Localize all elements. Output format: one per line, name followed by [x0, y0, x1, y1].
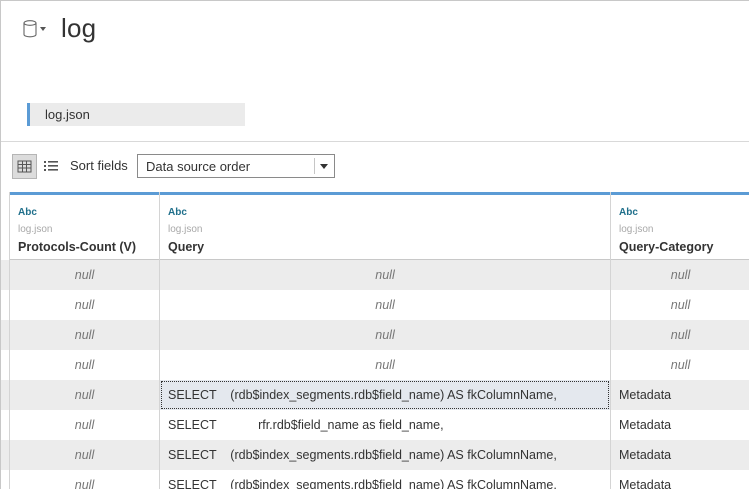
chevron-down-icon[interactable] — [40, 27, 46, 31]
field-type-label: Abc — [18, 207, 37, 218]
grid-view-icon — [17, 160, 32, 173]
null-value: null — [670, 268, 691, 282]
cell-value: SELECT (rdb$index_segments.rdb$field_nam… — [168, 388, 557, 402]
null-value: null — [74, 418, 95, 432]
table-row[interactable]: null SELECT rfr.rdb$field_name as field_n… — [1, 410, 749, 440]
app-frame: log log.json Sort fields Data source ord… — [0, 0, 749, 489]
table-row[interactable]: null SELECT (rdb$index_segments.rdb$field… — [1, 440, 749, 470]
cell-value: Metadata — [619, 418, 672, 432]
table-cell[interactable]: null — [160, 290, 610, 320]
column-divider[interactable] — [159, 192, 160, 489]
field-name: Query — [168, 240, 205, 254]
null-value: null — [375, 358, 395, 372]
datasource-title[interactable]: log — [61, 13, 96, 44]
column-header-protocols-count[interactable]: Abc log.json Protocols-Count (V) — [10, 192, 159, 260]
chevron-down-icon — [320, 164, 328, 169]
field-source-label: log.json — [18, 224, 53, 235]
field-type-label: Abc — [168, 207, 187, 218]
database-icon[interactable] — [23, 20, 37, 38]
table-cell[interactable]: null — [10, 290, 159, 320]
field-source-label: log.json — [619, 224, 654, 235]
sort-fields-value: Data source order — [146, 159, 251, 174]
null-value: null — [74, 478, 95, 489]
cell-value: SELECT (rdb$index_segments.rdb$field_nam… — [168, 448, 557, 462]
table-cell[interactable]: Metadata — [611, 470, 749, 489]
table-row[interactable]: null SELECT (rdb$index_segments.rdb$field… — [1, 470, 749, 489]
table-cell[interactable]: SELECT (rdb$index_segments.rdb$field_nam… — [160, 380, 610, 410]
connection-table-label: log.json — [45, 107, 90, 122]
table-cell[interactable]: SELECT (rdb$index_segments.rdb$field_nam… — [160, 440, 610, 470]
table-cell[interactable]: null — [611, 290, 749, 320]
table-cell[interactable]: Metadata — [611, 380, 749, 410]
table-row[interactable]: null SELECT (rdb$index_segments.rdb$field… — [1, 380, 749, 410]
null-value: null — [74, 268, 95, 282]
column-divider[interactable] — [610, 192, 611, 489]
null-value: null — [74, 298, 95, 312]
list-view-icon[interactable] — [43, 157, 59, 175]
sort-fields-select[interactable]: Data source order — [137, 154, 335, 178]
table-cell[interactable]: SELECT rfr.rdb$field_name as field_name, — [160, 410, 610, 440]
table-row[interactable]: null null null — [1, 350, 749, 380]
table-cell[interactable]: null — [160, 320, 610, 350]
data-grid: Abc log.json Protocols-Count (V) Abc log… — [1, 192, 749, 489]
table-cell[interactable]: null — [10, 470, 159, 489]
null-value: null — [74, 448, 95, 462]
null-value: null — [74, 388, 95, 402]
table-cell[interactable]: null — [10, 440, 159, 470]
table-cell[interactable]: Metadata — [611, 440, 749, 470]
field-name: Query-Category — [619, 240, 714, 254]
table-cell[interactable]: null — [611, 320, 749, 350]
null-value: null — [670, 328, 691, 342]
null-value: null — [670, 358, 691, 372]
select-divider — [314, 158, 315, 174]
table-row[interactable]: null null null — [1, 320, 749, 350]
null-value: null — [74, 328, 95, 342]
table-cell[interactable]: null — [160, 260, 610, 290]
column-header-query[interactable]: Abc log.json Query — [160, 192, 610, 260]
column-divider[interactable] — [9, 192, 10, 489]
table-cell[interactable]: null — [611, 260, 749, 290]
grid-toolbar: Sort fields Data source order — [1, 142, 749, 192]
column-header-query-category[interactable]: Abc log.json Query-Category — [611, 192, 749, 260]
table-cell[interactable]: SELECT (rdb$index_segments.rdb$field_nam… — [160, 470, 610, 489]
cell-value: SELECT (rdb$index_segments.rdb$field_nam… — [168, 478, 557, 489]
table-cell[interactable]: null — [160, 350, 610, 380]
table-cell[interactable]: null — [10, 380, 159, 410]
null-value: null — [375, 328, 395, 342]
grid-view-button[interactable] — [12, 154, 37, 179]
null-value: null — [74, 358, 95, 372]
table-cell[interactable]: null — [10, 410, 159, 440]
null-value: null — [375, 298, 395, 312]
datasource-header: log log.json — [1, 1, 749, 142]
sort-fields-label: Sort fields — [70, 158, 128, 173]
field-type-label: Abc — [619, 207, 638, 218]
cell-value: SELECT rfr.rdb$field_name as field_name, — [168, 418, 444, 432]
table-cell[interactable]: null — [10, 350, 159, 380]
table-cell[interactable]: null — [611, 350, 749, 380]
table-cell[interactable]: Metadata — [611, 410, 749, 440]
table-row[interactable]: null null null — [1, 260, 749, 290]
table-cell[interactable]: null — [10, 260, 159, 290]
cell-value: Metadata — [619, 478, 672, 489]
null-value: null — [670, 298, 691, 312]
cell-value: Metadata — [619, 388, 672, 402]
connection-table-chip[interactable]: log.json — [27, 103, 245, 126]
cell-value: Metadata — [619, 448, 672, 462]
field-source-label: log.json — [168, 224, 203, 235]
table-row[interactable]: null null null — [1, 290, 749, 320]
table-cell[interactable]: null — [10, 320, 159, 350]
null-value: null — [375, 268, 395, 282]
field-name: Protocols-Count (V) — [18, 240, 137, 254]
